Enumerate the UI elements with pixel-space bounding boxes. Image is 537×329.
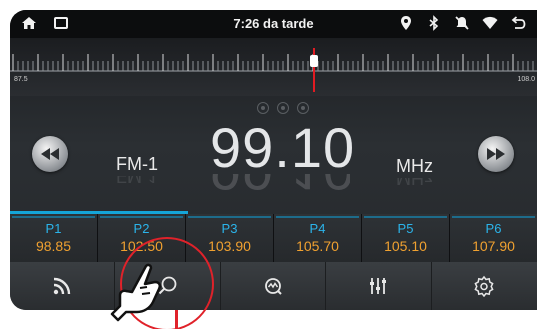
- fast-forward-icon: [487, 148, 505, 160]
- tuning-scale[interactable]: 87.5 108.0: [10, 38, 537, 96]
- equalizer-icon: [370, 278, 387, 294]
- preset-name: P1: [45, 221, 62, 236]
- settings-button[interactable]: [432, 262, 537, 310]
- frequency-unit: MHz: [396, 156, 433, 176]
- indicator-dot: [257, 102, 269, 114]
- preset-button[interactable]: P4 105.70: [274, 214, 362, 262]
- indicator-dot: [297, 102, 309, 114]
- preset-frequency: 107.90: [472, 238, 515, 254]
- preset-name: P4: [309, 221, 326, 236]
- seek-prev-button[interactable]: [32, 136, 68, 172]
- band-label: FM-1: [116, 154, 158, 174]
- band-reflection: FM-1: [116, 176, 158, 186]
- pointer-line: [175, 310, 178, 329]
- location-icon: [401, 16, 411, 30]
- wifi-icon: [482, 16, 498, 29]
- status-bar: 7:26 da tarde: [10, 10, 537, 38]
- preset-name: P2: [133, 221, 150, 236]
- frequency-reflection: 99.10: [210, 174, 350, 200]
- tuning-ticks: [10, 54, 537, 72]
- seek-next-button[interactable]: [478, 136, 514, 172]
- radio-app-screen: 7:26 da tarde 87.5 108.0 FM-1 FM-1 99.10…: [10, 10, 537, 310]
- preset-frequency: 105.10: [384, 238, 427, 254]
- back-icon[interactable]: [509, 14, 527, 32]
- frequency-display: 99.10: [210, 116, 356, 179]
- preset-button[interactable]: P1 98.85: [10, 214, 98, 262]
- bluetooth-icon: [429, 15, 439, 31]
- rewind-icon: [41, 148, 59, 160]
- pointing-hand-icon: [110, 263, 162, 322]
- preset-bar: P1 98.85 P2 102.50 P3 103.90 P4 105.70 P…: [10, 214, 537, 262]
- scale-min-label: 87.5: [14, 76, 28, 83]
- scan-icon: [265, 278, 282, 295]
- mute-icon: [455, 16, 469, 30]
- preset-frequency: 103.90: [208, 238, 251, 254]
- mini-indicators: [257, 102, 309, 114]
- preset-button[interactable]: P6 107.90: [450, 214, 537, 262]
- bottom-toolbar: [10, 262, 537, 310]
- preset-name: P5: [397, 221, 414, 236]
- scan-button[interactable]: [221, 262, 327, 310]
- preset-name: P6: [485, 221, 502, 236]
- radio-signal-icon: [53, 277, 71, 295]
- settings-icon: [474, 275, 494, 297]
- tuner-display: FM-1 FM-1 99.10 99.10 MHz MHz: [10, 96, 537, 214]
- equalizer-button[interactable]: [326, 262, 432, 310]
- scale-max-label: 108.0: [517, 76, 535, 83]
- unit-reflection: MHz: [396, 178, 433, 188]
- indicator-dot: [277, 102, 289, 114]
- preset-button[interactable]: P5 105.10: [362, 214, 450, 262]
- radio-signal-button[interactable]: [10, 262, 116, 310]
- preset-frequency: 105.70: [296, 238, 339, 254]
- preset-name: P3: [221, 221, 238, 236]
- preset-frequency: 98.85: [35, 238, 72, 254]
- tuning-knob[interactable]: [310, 55, 318, 67]
